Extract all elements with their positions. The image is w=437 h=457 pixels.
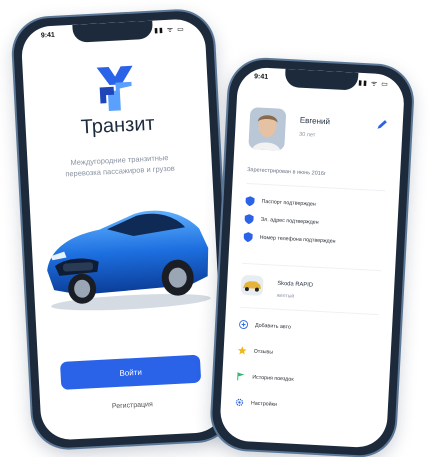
brand-title: Транзит	[80, 112, 156, 139]
profile-name: Евгений	[299, 115, 331, 127]
menu-add-car[interactable]: Добавить авто	[239, 319, 382, 338]
welcome-screen: 9:41 ▮▮ ᯤ ▭ Транзит Междугородние транзи…	[20, 17, 226, 442]
transit-logo-icon	[96, 65, 133, 112]
tagline: Междугородние транзитные перевозка пасса…	[65, 153, 175, 179]
phone-profile: 9:41 ▮▮ ᯤ ▭ Евгений 30 лет Зарегестриров…	[210, 58, 414, 457]
status-time: 9:41	[40, 31, 56, 40]
profile-screen: 9:41 ▮▮ ᯤ ▭ Евгений 30 лет Зарегестриров…	[218, 66, 406, 449]
phone-welcome: 9:41 ▮▮ ᯤ ▭ Транзит Междугородние транзи…	[12, 9, 235, 450]
avatar[interactable]	[248, 107, 287, 151]
profile-age: 30 лет	[298, 131, 316, 139]
status-icons: ▮▮ ᯤ ▭	[153, 25, 185, 35]
menu-reviews[interactable]: Отзывы	[237, 345, 380, 364]
verification-passport: Паспорт подтвержден	[245, 195, 388, 214]
verification-phone: Номер телефона подтвержден	[243, 231, 386, 250]
car-illustration	[47, 210, 211, 311]
plus-circle-icon	[239, 320, 249, 329]
shield-check-icon	[245, 196, 255, 207]
divider	[246, 182, 386, 192]
notch	[284, 68, 359, 91]
car-thumbnail	[240, 274, 264, 296]
shield-check-icon	[244, 214, 254, 225]
menu-trip-history[interactable]: История поездок	[236, 371, 379, 390]
verification-email: Эл. адрес подтвержден	[244, 213, 387, 232]
register-link[interactable]: Регистрация	[40, 397, 224, 414]
notch	[71, 20, 154, 43]
gear-icon	[235, 398, 244, 407]
divider	[242, 262, 382, 272]
status-time: 9:41	[253, 73, 269, 81]
pencil-icon[interactable]	[376, 118, 389, 131]
menu-settings[interactable]: Настройки	[235, 397, 378, 416]
login-button[interactable]: Войти	[59, 354, 202, 390]
divider	[239, 306, 379, 316]
car-model: Skoda RAPID	[277, 280, 314, 289]
status-icons: ▮▮ ᯤ ▭	[358, 79, 389, 89]
registration-date: Зарегестрирован в июнь 2016г	[247, 167, 326, 178]
star-icon	[237, 346, 247, 355]
avatar-photo	[248, 107, 287, 151]
shield-check-icon	[243, 232, 253, 243]
car-icon	[242, 281, 261, 292]
flag-icon	[237, 372, 245, 381]
car-color: желтый	[276, 292, 295, 300]
